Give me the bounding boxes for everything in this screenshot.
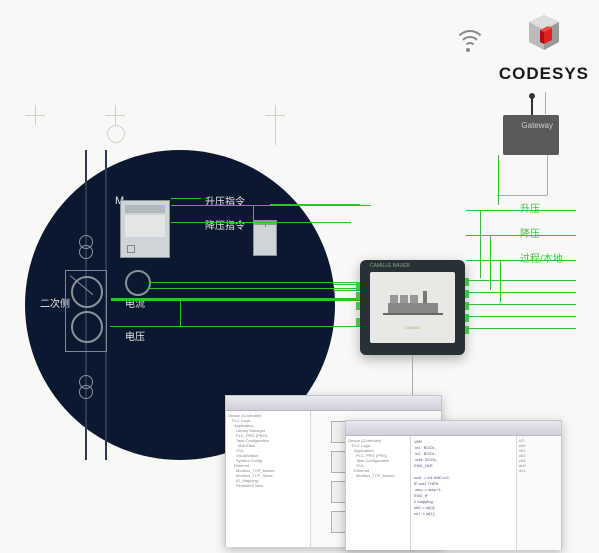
ide-window-front: Device (Controller) PLC Logic Applicatio… [345,420,562,550]
diagram-canvas: CODESYS Gateway M 升压指令 [0,0,599,553]
gateway-label-text: Gateway [521,121,553,130]
transformer-box [65,270,107,352]
ide-titlebar [226,396,441,411]
codesys-logo-text: CODESYS [499,64,589,84]
measurement-device: CAMILLE BAUER SINEAX [360,260,465,355]
gateway-device: Gateway [503,115,559,155]
ide-titlebar [346,421,561,436]
signal-down-label: 降压 [520,225,540,240]
wifi-icon [452,30,484,54]
device-brand-text: CAMILLE BAUER [370,263,410,269]
cube-icon [509,10,579,60]
connector-line [545,92,546,114]
ide-project-tree: Device (Controller) PLC Logic Applicatio… [226,411,311,547]
codesys-logo: CODESYS [499,10,589,84]
signal-line [270,204,360,205]
plc-module [120,200,170,258]
cmd-down-label: 降压指令 [205,217,245,232]
signal-line [171,198,201,199]
signal-remote-local-label: 过程/本地 [520,250,563,265]
voltage-label: 电压 [125,328,145,343]
ide-project-tree: Device (Controller) PLC Logic Applicatio… [346,436,411,550]
ide-code-editor: VAR in1 : BOOL; in2 : BOOL; out1: BOOL;E… [411,436,561,550]
device-screen: SINEAX [370,272,455,343]
current-sensor-icon [125,270,151,296]
signal-up-label: 升压 [520,200,540,215]
